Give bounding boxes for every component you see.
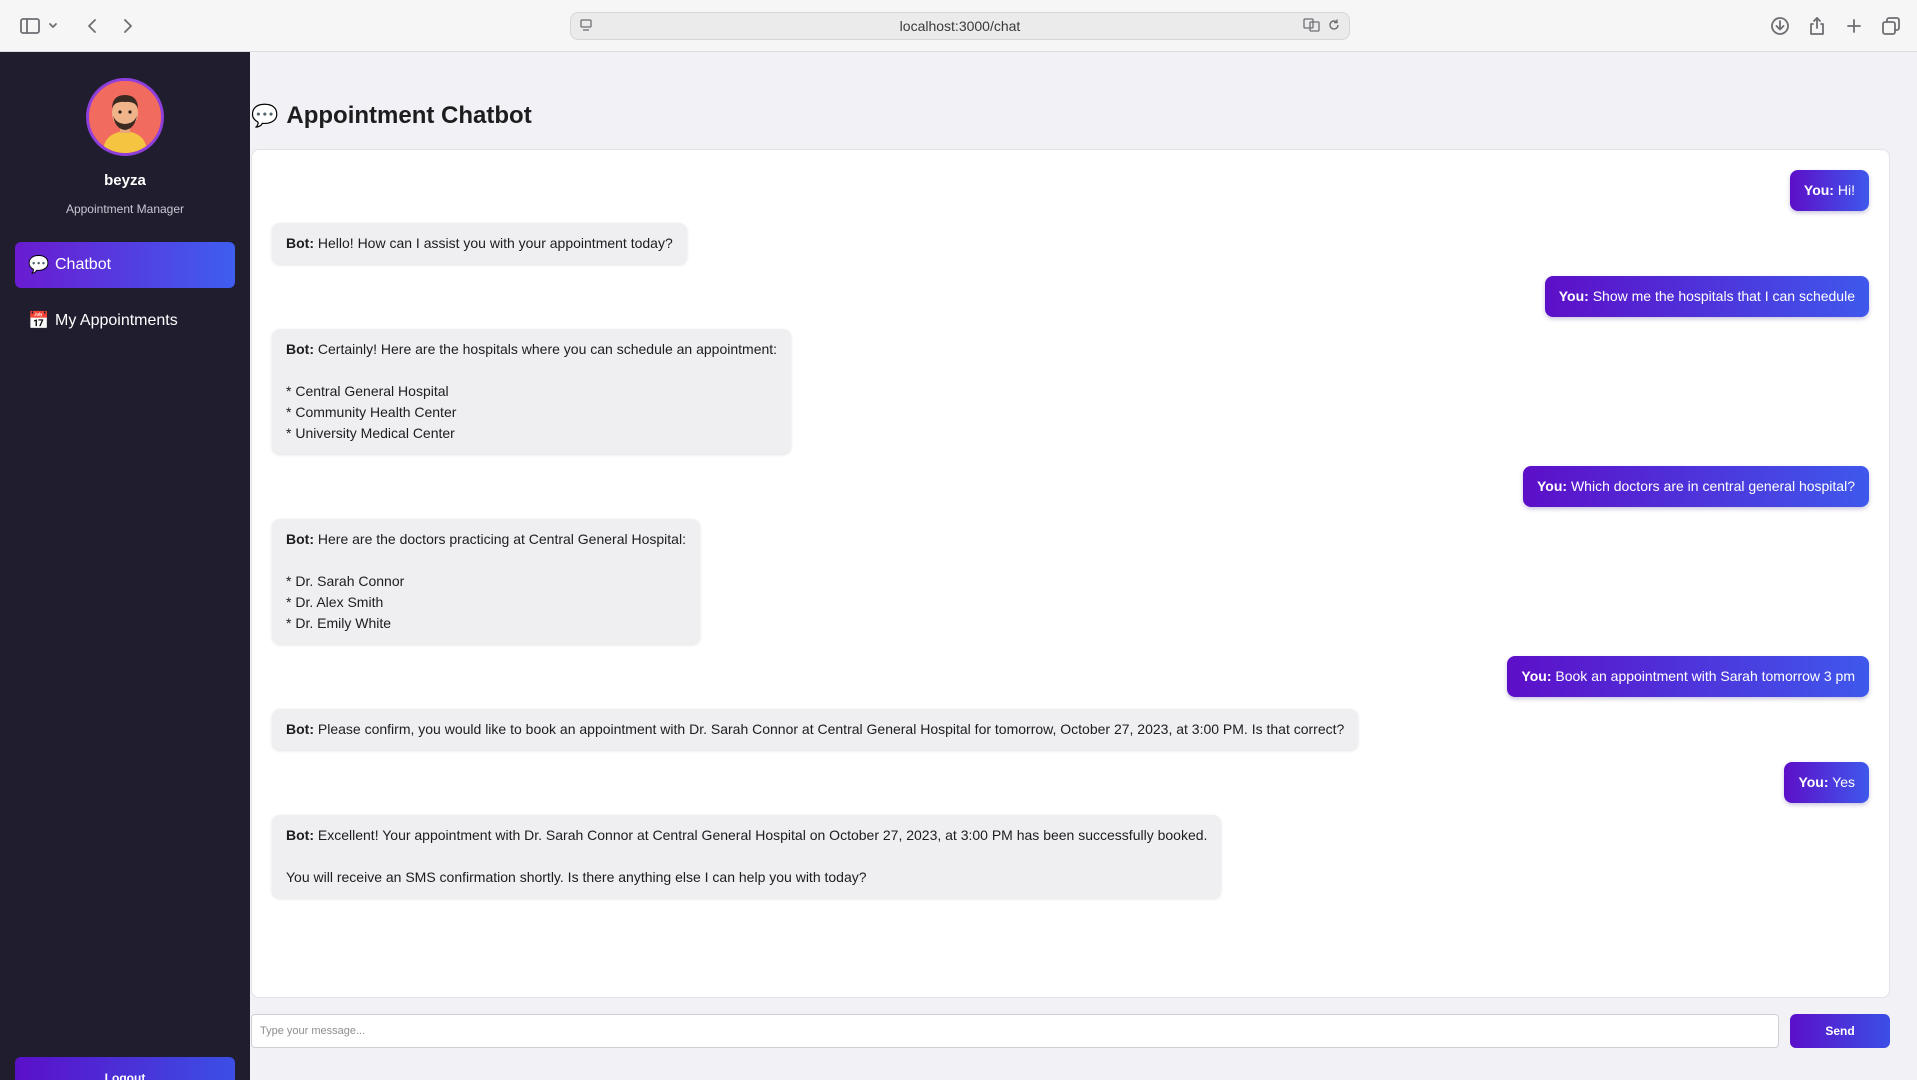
tab-overview-icon[interactable] bbox=[1877, 12, 1905, 40]
address-bar[interactable]: localhost:3000/chat bbox=[570, 12, 1350, 40]
message-text: Here are the doctors practicing at Centr… bbox=[286, 531, 686, 631]
logout-button[interactable]: Logout bbox=[15, 1057, 235, 1080]
message-text: Show me the hospitals that I can schedul… bbox=[1592, 288, 1855, 304]
bot-message: Bot: Hello! How can I assist you with yo… bbox=[272, 223, 687, 264]
user-role: Appointment Manager bbox=[65, 202, 185, 216]
page-header: 💬 Appointment Chatbot bbox=[251, 102, 532, 130]
message-text: Certainly! Here are the hospitals where … bbox=[286, 341, 778, 441]
message-text: Hi! bbox=[1837, 182, 1855, 198]
sidebar-toggle-icon[interactable] bbox=[16, 12, 44, 40]
sidebar-item-label: Chatbot bbox=[55, 256, 112, 273]
browser-toolbar: localhost:3000/chat bbox=[0, 0, 1917, 52]
sidebar: beyza Appointment Manager 💬 Chatbot 📅 My… bbox=[0, 52, 250, 1080]
bot-message: Bot: Please confirm, you would like to b… bbox=[272, 709, 1359, 750]
download-icon[interactable] bbox=[1766, 12, 1794, 40]
sidebar-item-my-appointments[interactable]: 📅 My Appointments bbox=[15, 298, 235, 344]
avatar bbox=[86, 78, 164, 156]
calendar-icon: 📅 bbox=[28, 311, 50, 330]
user-message: You: Hi! bbox=[1789, 170, 1869, 211]
message-text: Yes bbox=[1832, 774, 1855, 790]
message-sender: Bot: bbox=[286, 531, 314, 547]
chat-messages-panel[interactable]: You: Hi! Bot: Hello! How can I assist yo… bbox=[251, 149, 1890, 998]
reload-icon[interactable] bbox=[1327, 18, 1341, 35]
back-icon[interactable] bbox=[78, 12, 106, 40]
message-sender: You: bbox=[1536, 478, 1568, 494]
message-text: Book an appointment with Sarah tomorrow … bbox=[1555, 668, 1855, 684]
user-message: You: Show me the hospitals that I can sc… bbox=[1544, 276, 1869, 317]
message-sender: You: bbox=[1521, 668, 1552, 684]
chat-bubble-icon: 💬 bbox=[251, 103, 279, 128]
bot-message: Bot: Certainly! Here are the hospitals w… bbox=[272, 329, 792, 454]
message-text: Excellent! Your appointment with Dr. Sar… bbox=[286, 827, 1208, 885]
message-input[interactable] bbox=[251, 1014, 1779, 1048]
message-sender: You: bbox=[1798, 774, 1829, 790]
bot-message: Bot: Excellent! Your appointment with Dr… bbox=[272, 815, 1222, 898]
message-sender: Bot: bbox=[286, 235, 314, 251]
translate-icon[interactable] bbox=[1303, 18, 1321, 35]
user-avatar-icon bbox=[89, 81, 161, 153]
message-sender: Bot: bbox=[286, 341, 314, 357]
chat-bubble-icon: 💬 bbox=[28, 255, 50, 274]
message-text: Which doctors are in central general hos… bbox=[1570, 478, 1855, 494]
chevron-down-icon[interactable] bbox=[46, 12, 60, 40]
sidebar-item-label: My Appointments bbox=[55, 312, 178, 329]
user-name: beyza bbox=[104, 172, 146, 189]
new-tab-icon[interactable] bbox=[1840, 12, 1868, 40]
message-sender: You: bbox=[1803, 182, 1834, 198]
message-sender: You: bbox=[1558, 288, 1589, 304]
page-title: Appointment Chatbot bbox=[286, 102, 532, 129]
url-text: localhost:3000/chat bbox=[899, 18, 1021, 34]
user-message: You: Which doctors are in central genera… bbox=[1522, 466, 1869, 507]
message-text: Please confirm, you would like to book a… bbox=[317, 721, 1345, 737]
page-settings-icon[interactable] bbox=[579, 18, 593, 35]
message-sender: Bot: bbox=[286, 721, 314, 737]
share-icon[interactable] bbox=[1803, 12, 1831, 40]
sidebar-item-chatbot[interactable]: 💬 Chatbot bbox=[15, 242, 235, 288]
user-message: You: Book an appointment with Sarah tomo… bbox=[1507, 656, 1869, 697]
forward-icon[interactable] bbox=[114, 12, 142, 40]
send-button[interactable]: Send bbox=[1790, 1014, 1890, 1048]
user-message: You: Yes bbox=[1784, 762, 1869, 803]
message-sender: Bot: bbox=[286, 827, 314, 843]
bot-message: Bot: Here are the doctors practicing at … bbox=[272, 519, 700, 644]
message-text: Hello! How can I assist you with your ap… bbox=[317, 235, 673, 251]
